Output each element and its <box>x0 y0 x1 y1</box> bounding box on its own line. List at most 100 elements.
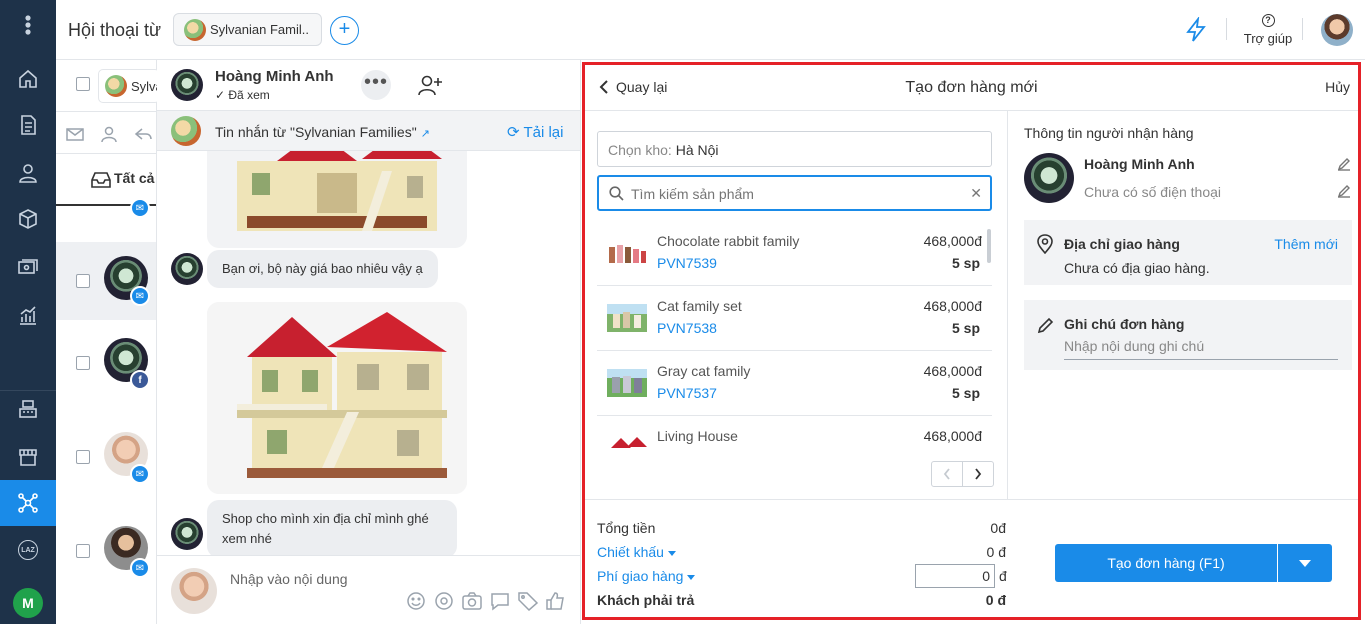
message-source: Tin nhắn từ "Sylvanian Families" ↗ <box>215 124 430 140</box>
pencil-icon <box>1037 317 1054 334</box>
person-icon[interactable] <box>100 125 118 143</box>
clear-search-icon[interactable]: ✕ <box>970 185 982 202</box>
shipping-address-box: Địa chỉ giao hàng Thêm mới Chưa có địa g… <box>1024 220 1352 285</box>
product-name: Chocolate rabbit family <box>657 233 800 249</box>
header-divider <box>1302 18 1303 40</box>
product-price: 468,000đ <box>923 363 982 379</box>
product-list-scrollbar[interactable] <box>987 229 991 263</box>
help-button[interactable]: ? Trợ giúp <box>1240 12 1296 46</box>
row-checkbox[interactable] <box>76 544 90 558</box>
order-note-box: Ghi chú đơn hàng Nhập nội dung ghi chú <box>1024 300 1352 370</box>
shipping-fee-dropdown[interactable]: Phí giao hàng <box>597 568 696 584</box>
top-header: Hội thoại từ Sylvanian Famil.. + ? Trợ g… <box>56 0 1365 60</box>
menu-dots-icon[interactable] <box>0 2 56 48</box>
page-avatar <box>184 18 206 41</box>
create-order-options-button[interactable] <box>1278 544 1332 582</box>
row-checkbox[interactable] <box>76 450 90 464</box>
product-search-input[interactable] <box>631 184 971 204</box>
lightning-icon[interactable] <box>1184 15 1208 46</box>
page-tag[interactable]: Sylvanian Famil.. <box>173 13 322 46</box>
product-search[interactable]: ✕ <box>597 175 992 211</box>
total-label: Tổng tiền <box>597 520 656 536</box>
cancel-button[interactable]: Hủy <box>1325 79 1350 95</box>
discount-value: 0 đ <box>986 544 1006 560</box>
quick-reply-icon[interactable] <box>489 591 511 611</box>
product-picker: Chọn kho: Hà Nội ✕ Chocolate rabbit fami… <box>585 111 1008 499</box>
messenger-icon: ✉ <box>130 286 150 306</box>
product-code[interactable]: PVN7539 <box>657 255 717 271</box>
product-image-message[interactable] <box>207 151 467 248</box>
edit-phone-icon[interactable] <box>1337 184 1351 201</box>
header-divider <box>1226 18 1227 40</box>
avatar <box>171 518 203 550</box>
emoji-icon[interactable] <box>405 591 427 611</box>
avatar <box>171 568 217 614</box>
order-summary: Tổng tiền 0đ Chiết khấu 0 đ Phí giao hàn… <box>585 499 1358 617</box>
product-row[interactable]: Gray cat family PVN7537 468,000đ 5 sp <box>597 351 992 416</box>
caret-down-icon <box>667 550 676 556</box>
product-code[interactable]: PVN7537 <box>657 385 717 401</box>
camera-icon[interactable] <box>461 591 483 611</box>
payable-label: Khách phải trả <box>597 592 695 608</box>
product-image-message[interactable] <box>207 302 467 494</box>
list-item[interactable]: ✉ <box>56 242 156 320</box>
recipient-info: Thông tin người nhận hàng Hoàng Minh Anh… <box>1009 111 1358 499</box>
report-icon[interactable] <box>0 292 56 338</box>
user-avatar[interactable] <box>1321 14 1353 46</box>
lazada-icon[interactable]: LAZ <box>0 527 56 573</box>
page-filter-chip[interactable]: Sylvanian Families <box>98 69 160 103</box>
order-note-input[interactable]: Nhập nội dung ghi chú <box>1064 338 1338 360</box>
store-icon[interactable] <box>0 434 56 480</box>
cashbook-icon[interactable] <box>0 244 56 290</box>
pos-register-icon[interactable] <box>0 386 56 432</box>
message-bubble: Bạn ơi, bộ này giá bao nhiêu vậy ạ <box>207 250 438 288</box>
shipping-fee-unit: đ <box>999 568 1007 584</box>
account-avatar[interactable]: M <box>0 580 56 624</box>
list-item[interactable]: ✉ <box>56 192 156 222</box>
sticker-icon[interactable] <box>433 591 455 611</box>
product-thumbnail <box>607 304 647 332</box>
edit-name-icon[interactable] <box>1337 157 1351 174</box>
like-icon[interactable] <box>545 591 567 611</box>
message-input[interactable]: Nhập vào nội dung <box>230 571 348 587</box>
help-label: Trợ giúp <box>1243 31 1293 46</box>
list-item[interactable]: ✉ <box>56 418 156 496</box>
tag-icon[interactable] <box>517 591 539 611</box>
product-list: Chocolate rabbit family PVN7539 468,000đ… <box>597 221 992 451</box>
page-tag-label: Sylvanian Famil.. <box>210 22 309 37</box>
discount-dropdown[interactable]: Chiết khấu <box>597 544 676 560</box>
customer-icon[interactable] <box>0 150 56 196</box>
orders-icon[interactable] <box>0 102 56 148</box>
more-options-button[interactable]: ••• <box>361 70 391 100</box>
product-code[interactable]: PVN7538 <box>657 320 717 336</box>
home-icon[interactable] <box>0 56 56 102</box>
add-page-button[interactable]: + <box>330 16 359 45</box>
product-box-icon[interactable] <box>0 196 56 242</box>
product-row[interactable]: Cat family set PVN7538 468,000đ 5 sp <box>597 286 992 351</box>
product-row[interactable]: Chocolate rabbit family PVN7539 468,000đ… <box>597 221 992 286</box>
reload-button[interactable]: ⟳ Tải lại <box>507 123 563 141</box>
reply-icon[interactable] <box>134 125 152 143</box>
shipping-fee-input[interactable]: 0 <box>915 564 995 588</box>
product-row[interactable]: Living House 468,000đ <box>597 416 992 451</box>
product-thumbnail <box>607 239 647 267</box>
row-checkbox[interactable] <box>76 356 90 370</box>
external-link-icon[interactable]: ↗ <box>421 128 430 140</box>
prev-page-button[interactable] <box>932 462 962 486</box>
next-page-button[interactable] <box>962 462 993 486</box>
source-page[interactable]: "Sylvanian Families" <box>290 124 417 140</box>
recipient-name: Hoàng Minh Anh <box>1084 156 1195 172</box>
mail-icon[interactable] <box>66 125 84 143</box>
select-all-checkbox[interactable] <box>76 77 90 91</box>
create-order-button[interactable]: Tạo đơn hàng (F1) <box>1055 544 1277 582</box>
row-checkbox[interactable] <box>76 274 90 288</box>
add-person-icon[interactable] <box>417 73 443 100</box>
list-item[interactable]: ✉ <box>56 512 156 590</box>
warehouse-select[interactable]: Chọn kho: Hà Nội <box>597 131 992 167</box>
location-pin-icon <box>1037 234 1053 254</box>
add-address-link[interactable]: Thêm mới <box>1274 236 1338 252</box>
social-channels-icon[interactable] <box>0 480 56 526</box>
caret-down-icon <box>1299 559 1311 567</box>
page-avatar <box>105 75 127 97</box>
list-item[interactable]: f <box>56 324 156 402</box>
